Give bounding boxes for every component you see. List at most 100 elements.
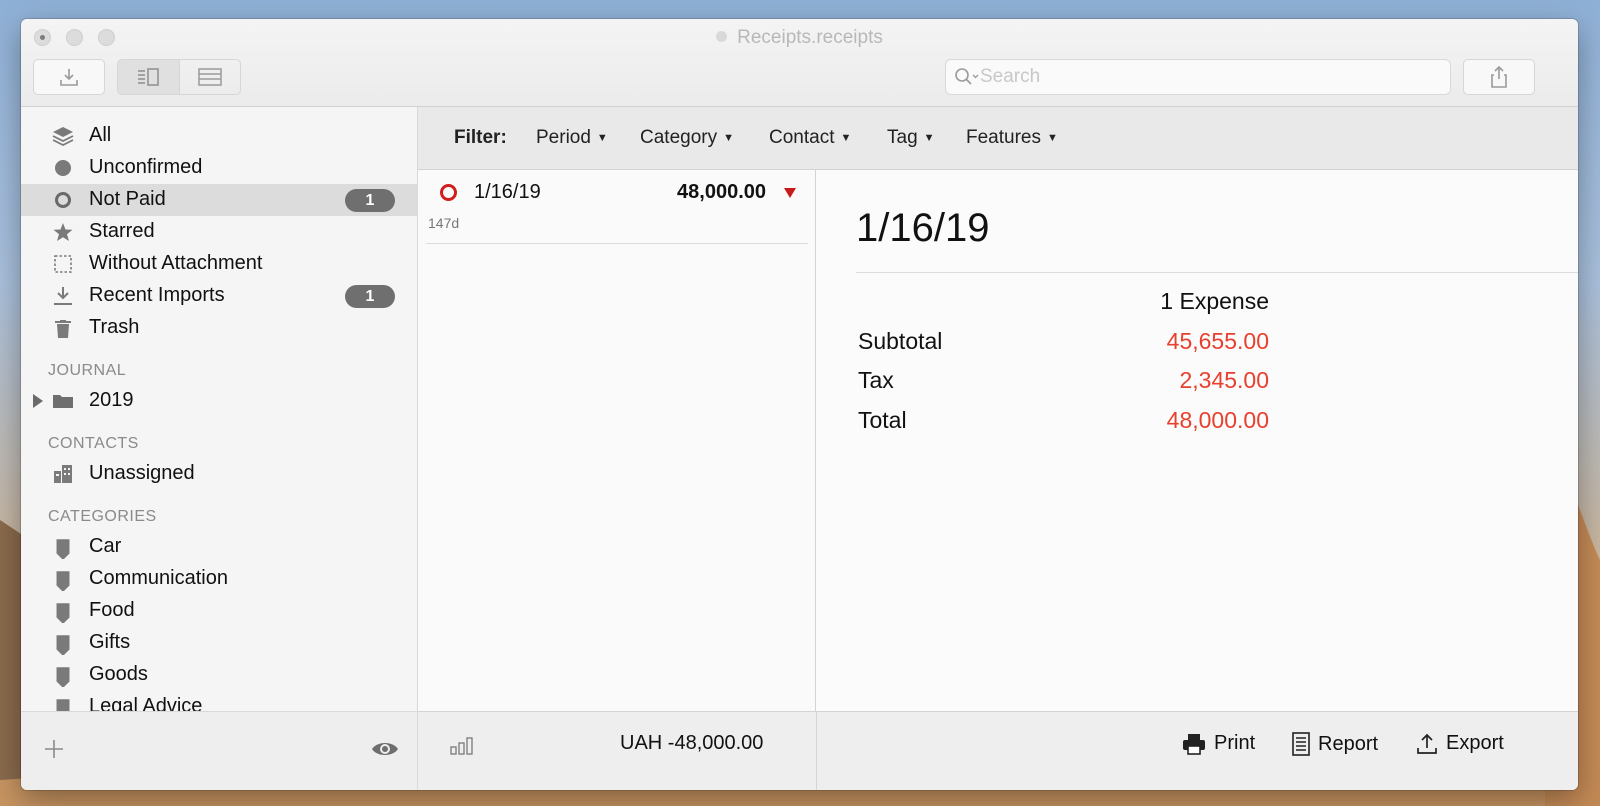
total-label: Total: [858, 407, 907, 433]
section-heading-categories: CATEGORIES: [48, 508, 157, 525]
export-label: Export: [1446, 732, 1504, 754]
sidebar-item-label: Trash: [89, 316, 140, 338]
tax-value: 2,345.00: [1179, 367, 1269, 393]
search-icon: [955, 68, 979, 85]
report-label: Report: [1318, 732, 1379, 755]
sidebar-item-unconfirmed[interactable]: Unconfirmed: [21, 152, 417, 184]
chevron-down-icon: ▼: [923, 132, 935, 144]
filled-circle-icon: [52, 157, 74, 179]
visibility-button[interactable]: [371, 739, 399, 764]
sidebar-item-all[interactable]: All: [21, 120, 417, 152]
filter-contact-label: Contact: [769, 127, 835, 148]
star-icon: [52, 221, 74, 243]
count-badge: 1: [345, 285, 395, 308]
filter-features-label: Features: [966, 127, 1041, 148]
search-input[interactable]: [980, 66, 1420, 88]
trash-icon: [52, 317, 74, 339]
sidebar-item-food[interactable]: Food: [21, 595, 417, 627]
chevron-down-icon: ▼: [1046, 132, 1058, 144]
document-icon: [716, 31, 728, 42]
sidebar-item-goods[interactable]: Goods: [21, 659, 417, 691]
list-view-button[interactable]: [180, 60, 241, 94]
sidebar-item-label: Not Paid: [89, 188, 166, 210]
count-badge: 1: [345, 189, 395, 212]
sidebar-item-car[interactable]: Car: [21, 531, 417, 563]
report-button[interactable]: Report: [1292, 732, 1378, 756]
sidebar-item-recent-imports[interactable]: Recent Imports 1: [21, 280, 417, 312]
bar-chart-icon: [450, 737, 473, 755]
list-item-amount: 48,000.00: [677, 181, 766, 203]
filter-period-popup[interactable]: Period ▼: [536, 127, 608, 149]
sidebar-item-label: Food: [89, 599, 135, 621]
add-button[interactable]: [43, 738, 65, 765]
list-total: UAH -48,000.00: [620, 732, 764, 754]
sidebar-item-2019[interactable]: 2019: [21, 385, 417, 417]
sidebar-item-label: Gifts: [89, 631, 131, 653]
tag-icon: [52, 664, 74, 687]
expense-count-header: 1 Expense: [1160, 288, 1269, 314]
split-view-icon: [138, 68, 159, 86]
folder-icon: [52, 390, 74, 412]
document-report-icon: [1292, 732, 1310, 756]
chevron-down-icon: ▼: [840, 132, 852, 144]
filter-tag-popup[interactable]: Tag ▼: [887, 127, 935, 149]
list-item-date: 1/16/19: [474, 181, 541, 203]
sidebar-item-starred[interactable]: Starred: [21, 216, 417, 248]
sidebar-item-label: Unassigned: [89, 462, 195, 484]
list-item[interactable]: 1/16/19 48,000.00 147d: [426, 170, 808, 244]
list-item-age: 147d: [428, 215, 460, 231]
print-label: Print: [1214, 732, 1256, 754]
subtotal-label: Subtotal: [858, 328, 943, 354]
chevron-down-icon: ▼: [596, 132, 608, 144]
sidebar-item-label: Recent Imports: [89, 284, 225, 306]
list-view-icon: [198, 68, 222, 86]
sidebar-footer: [21, 711, 418, 790]
sidebar-item-label: Communication: [89, 567, 228, 589]
filter-tag-label: Tag: [887, 127, 918, 148]
sidebar: All Unconfirmed Not Paid 1 Starred Witho…: [21, 107, 418, 711]
layers-icon: [52, 125, 74, 147]
disclosure-triangle-icon[interactable]: [33, 394, 43, 408]
tag-icon: [52, 568, 74, 591]
filter-features-popup[interactable]: Features ▼: [966, 127, 1058, 149]
statistics-button[interactable]: [450, 735, 474, 760]
export-button[interactable]: Export: [1416, 732, 1504, 755]
share-button[interactable]: [1463, 59, 1535, 95]
divider: [856, 272, 1578, 273]
filter-category-popup[interactable]: Category ▼: [640, 127, 734, 149]
sidebar-item-label: All: [89, 124, 112, 146]
section-heading-journal: JOURNAL: [48, 362, 127, 379]
view-mode-segmented-control: [117, 59, 241, 95]
tag-icon: [52, 600, 74, 623]
sidebar-item-without-attachment[interactable]: Without Attachment: [21, 248, 417, 280]
subtotal-value: 45,655.00: [1166, 328, 1269, 354]
divider: [816, 712, 817, 790]
sidebar-item-gifts[interactable]: Gifts: [21, 627, 417, 659]
plus-icon: [45, 740, 63, 758]
receipt-list: 1/16/19 48,000.00 147d: [418, 170, 816, 711]
sidebar-item-trash[interactable]: Trash: [21, 312, 417, 344]
sidebar-item-unassigned[interactable]: Unassigned: [21, 458, 417, 490]
sidebar-item-not-paid[interactable]: Not Paid 1: [21, 184, 417, 216]
bottom-bar: UAH -48,000.00 Print Report Export: [418, 711, 1578, 790]
import-button[interactable]: [33, 59, 105, 95]
filter-bar: Filter: Period ▼ Category ▼ Contact ▼ Tag ▼ …: [418, 107, 1578, 170]
expense-triangle-icon: [784, 188, 796, 198]
share-icon: [1491, 65, 1507, 88]
search-field[interactable]: [945, 59, 1451, 95]
print-button[interactable]: Print: [1182, 732, 1255, 755]
section-heading-contacts: CONTACTS: [48, 435, 139, 452]
sidebar-item-label: 2019: [89, 389, 134, 411]
filter-contact-popup[interactable]: Contact ▼: [769, 127, 851, 149]
filter-label: Filter:: [454, 127, 507, 148]
tray-download-icon: [60, 69, 78, 86]
receipt-detail: 1/16/19 1 Expense Subtotal 45,655.00 Tax…: [816, 170, 1578, 711]
sidebar-item-label: Legal Advice: [89, 695, 203, 711]
sidebar-item-legal-advice[interactable]: Legal Advice: [21, 691, 417, 711]
filter-period-label: Period: [536, 127, 591, 148]
tag-icon: [52, 696, 74, 711]
split-view-button[interactable]: [118, 60, 180, 94]
sidebar-item-communication[interactable]: Communication: [21, 563, 417, 595]
ring-icon: [52, 189, 74, 211]
app-window: Receipts.receipts All Unconfirmed: [21, 19, 1578, 790]
